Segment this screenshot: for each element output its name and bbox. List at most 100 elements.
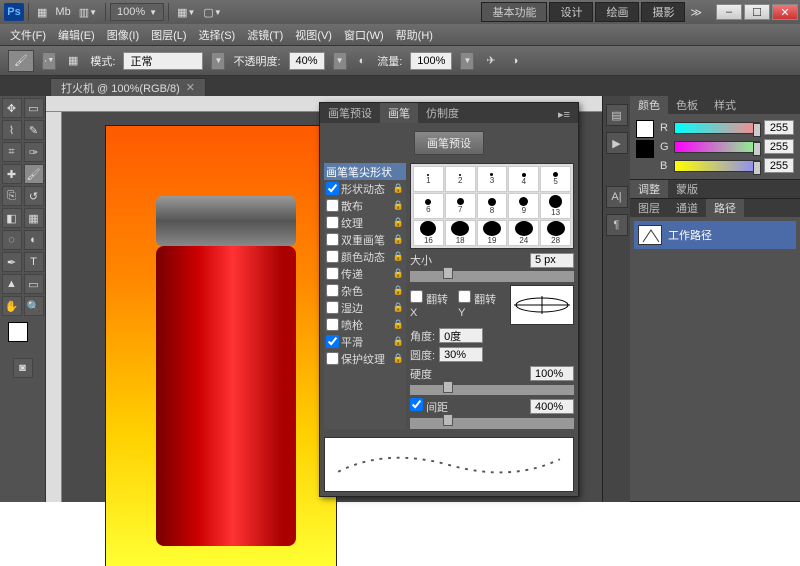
quickmask-button[interactable]: ◙ [13,358,33,378]
blend-mode-select[interactable]: 正常 [123,52,203,70]
r-slider[interactable] [674,122,760,134]
menu-filter[interactable]: 滤镜(T) [241,27,289,43]
tab-clone-source[interactable]: 仿制度 [418,103,467,123]
workspace-more-button[interactable]: ≫ [686,3,706,21]
close-document-icon[interactable]: ✕ [186,81,195,94]
gradient-tool[interactable]: ▦ [24,208,44,228]
brush-option-2[interactable]: 散布🔒 [324,197,406,214]
menu-window[interactable]: 窗口(W) [338,27,390,43]
crop-tool[interactable]: ⌗ [2,142,22,162]
vertical-ruler[interactable] [46,112,62,502]
actions-panel-icon[interactable]: ▶ [606,132,628,154]
path-select-tool[interactable]: ▲ [2,274,22,294]
angle-input[interactable] [439,328,483,343]
brush-preset-picker[interactable]: ·▼ [42,52,56,70]
brush-option-7[interactable]: 杂色🔒 [324,282,406,299]
workspace-tab-painting[interactable]: 绘画 [595,2,639,22]
airbrush-button[interactable]: ✈ [482,52,499,70]
menu-edit[interactable]: 编辑(E) [52,27,101,43]
foreground-color-swatch[interactable] [8,322,28,342]
eraser-tool[interactable]: ◧ [2,208,22,228]
bridge-button[interactable]: ▦ [33,3,51,21]
brush-preset-1[interactable]: 1 [413,166,444,192]
workspace-tab-photography[interactable]: 摄影 [641,2,685,22]
menu-view[interactable]: 视图(V) [289,27,338,43]
arrange-docs-button[interactable]: ▦ ▼ [173,3,199,21]
brush-option-11[interactable]: 保护纹理🔒 [324,350,406,367]
menu-image[interactable]: 图像(I) [101,27,145,43]
brush-preset-9[interactable]: 9 [508,193,539,219]
brush-option-6[interactable]: 传递🔒 [324,265,406,282]
screen-mode-button[interactable]: ▢ ▼ [199,3,225,21]
brush-preset-4[interactable]: 4 [508,166,539,192]
tab-channels[interactable]: 通道 [668,199,706,217]
opacity-input[interactable]: 40% [289,52,325,70]
paragraph-panel-icon[interactable]: ¶ [606,214,628,236]
tab-layers[interactable]: 图层 [630,199,668,217]
tablet-opacity-button[interactable]: ◐ [355,52,370,70]
brush-option-8[interactable]: 湿边🔒 [324,299,406,316]
workspace-tab-essentials[interactable]: 基本功能 [481,2,547,22]
blur-tool[interactable]: ◌ [2,230,22,250]
blend-mode-dropdown[interactable]: ▼ [211,52,225,70]
brush-tip-grid[interactable]: 123456789131618192428 [410,163,574,249]
flow-input[interactable]: 100% [410,52,452,70]
size-input[interactable] [530,253,574,268]
brush-option-9[interactable]: 喷枪🔒 [324,316,406,333]
color-fg-swatch[interactable] [636,120,654,138]
stamp-tool[interactable]: ⎘ [2,186,22,206]
brush-tool[interactable]: 🖌 [24,164,44,184]
marquee-tool[interactable]: ▭ [24,98,44,118]
brush-panel-toggle[interactable]: ▦ [64,52,82,70]
close-button[interactable]: ✕ [772,4,798,20]
brush-preset-3[interactable]: 3 [477,166,508,192]
spacing-checkbox[interactable]: 间距 [410,398,448,415]
tablet-size-button[interactable]: ◑ [508,52,523,70]
tab-paths[interactable]: 路径 [706,199,744,217]
b-input[interactable] [764,158,794,173]
g-slider[interactable] [674,141,760,153]
type-tool[interactable]: T [24,252,44,272]
flip-y-checkbox[interactable]: 翻转 Y [458,290,502,319]
brush-preset-6[interactable]: 6 [413,193,444,219]
size-slider[interactable] [410,271,574,282]
document-tab[interactable]: 打火机 @ 100%(RGB/8) ✕ [50,78,206,96]
brush-preset-5[interactable]: 5 [540,166,571,192]
b-slider[interactable] [674,160,760,172]
brush-preset-24[interactable]: 24 [508,220,539,246]
menu-layer[interactable]: 图层(L) [145,27,192,43]
spacing-slider[interactable] [410,418,574,429]
view-extras-button[interactable]: ▥ ▼ [75,3,101,21]
healing-tool[interactable]: ✚ [2,164,22,184]
history-panel-icon[interactable]: ▤ [606,104,628,126]
r-input[interactable] [764,120,794,135]
menu-help[interactable]: 帮助(H) [390,27,439,43]
minimize-button[interactable]: – [716,4,742,20]
brush-preset-18[interactable]: 18 [445,220,476,246]
maximize-button[interactable]: ☐ [744,4,770,20]
brush-option-3[interactable]: 纹理🔒 [324,214,406,231]
zoom-tool[interactable]: 🔍 [24,296,44,316]
eyedropper-tool[interactable]: ✑ [24,142,44,162]
minibridge-button[interactable]: Mb [51,3,74,21]
brush-preset-13[interactable]: 13 [540,193,571,219]
brush-preset-8[interactable]: 8 [477,193,508,219]
roundness-input[interactable] [439,347,483,362]
panel-menu-icon[interactable]: ▸≡ [550,106,578,123]
path-item-work-path[interactable]: 工作路径 [634,221,796,249]
hand-tool[interactable]: ✋ [2,296,22,316]
flow-dropdown[interactable]: ▼ [460,52,474,70]
brush-presets-button[interactable]: 画笔预设 [414,131,484,155]
brush-preset-16[interactable]: 16 [413,220,444,246]
menu-select[interactable]: 选择(S) [193,27,242,43]
spacing-input[interactable] [530,399,574,414]
brush-preset-19[interactable]: 19 [477,220,508,246]
character-panel-icon[interactable]: A| [606,186,628,208]
g-input[interactable] [764,139,794,154]
menu-file[interactable]: 文件(F) [4,27,52,43]
tab-swatches[interactable]: 色板 [668,96,706,114]
current-tool-icon[interactable]: 🖌 [8,50,34,72]
tab-brush[interactable]: 画笔 [380,103,418,123]
tab-brush-presets[interactable]: 画笔预设 [320,103,380,123]
tab-styles[interactable]: 样式 [706,96,744,114]
